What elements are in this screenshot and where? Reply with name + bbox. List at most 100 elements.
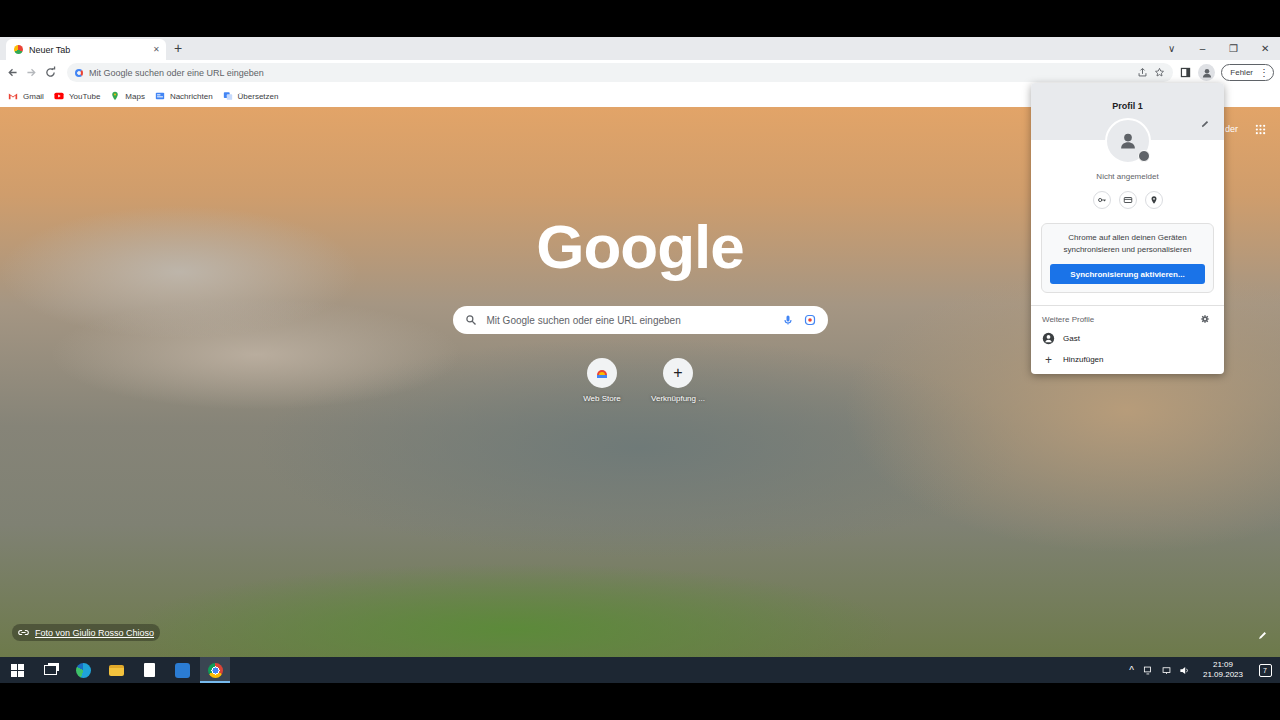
payment-button[interactable] [1119, 191, 1137, 209]
profile-button[interactable] [1198, 64, 1215, 81]
passwords-button[interactable] [1093, 191, 1111, 209]
shortcut-tile[interactable]: + Verknüpfung ... [645, 358, 711, 403]
maps-icon [110, 91, 120, 101]
guest-icon [1042, 332, 1055, 345]
window-control-button[interactable]: ✕ [1249, 43, 1280, 54]
photo-credit[interactable]: Foto von Giulio Rosso Chioso [12, 624, 160, 641]
taskbar-app[interactable] [134, 657, 164, 683]
profile-row[interactable]: Gast [1031, 328, 1224, 349]
notification-button[interactable]: 7 [1254, 659, 1276, 681]
customize-button[interactable] [1254, 627, 1270, 643]
tray-chevron[interactable]: ^ [1125, 665, 1138, 676]
shortcut-label: Verknüpfung ... [651, 394, 705, 403]
clock[interactable]: 21:0921.09.2023 [1195, 660, 1251, 680]
chrome-icon [208, 663, 223, 678]
taskbar-app[interactable] [200, 657, 230, 683]
shortcut-label: Web Store [583, 394, 621, 403]
taskbar-app[interactable] [68, 657, 98, 683]
chrome-favicon-icon [14, 45, 23, 54]
address-bar[interactable]: Mit Google suchen oder eine URL eingeben [67, 63, 1173, 82]
microphone-icon[interactable] [782, 314, 794, 326]
shortcuts: Web Store + Verknüpfung ... [569, 358, 711, 403]
taskbar-app[interactable] [167, 657, 197, 683]
person-icon [1201, 67, 1213, 79]
new-tab-button[interactable]: + [166, 40, 190, 58]
add-shortcut-glyph: + [673, 364, 682, 382]
bottom-letterbox [0, 683, 1280, 720]
clock-date: 21.09.2023 [1203, 670, 1243, 680]
shortcut-icon-circle: + [663, 358, 693, 388]
window-control-button[interactable]: ∨ [1156, 43, 1187, 54]
bookmark[interactable]: Nachrichten [155, 91, 213, 101]
addresses-button[interactable] [1145, 191, 1163, 209]
bookmark-label: Nachrichten [170, 92, 213, 101]
profile-row[interactable]: + Hinzufügen [1031, 349, 1224, 370]
forward-arrow-icon[interactable] [25, 66, 38, 79]
window-control-button[interactable]: – [1187, 43, 1218, 54]
google-logo: Google [536, 212, 744, 282]
bookmark[interactable]: Gmail [8, 91, 44, 101]
sync-button[interactable]: Synchronisierung aktivieren... [1050, 264, 1205, 284]
taskbar-app[interactable] [101, 657, 131, 683]
menu-button[interactable]: ⋮ [1259, 67, 1269, 78]
sync-badge-icon [1138, 150, 1150, 162]
gmail-icon [8, 91, 18, 101]
profile-shortcuts [1093, 191, 1163, 209]
speaker-icon[interactable] [1179, 665, 1190, 676]
bookmark-label: Maps [125, 92, 145, 101]
sync-card: Chrome auf allen deinen Geräten synchron… [1041, 223, 1214, 293]
star-icon[interactable] [1154, 67, 1165, 78]
web-store-icon [594, 365, 610, 381]
windows-icon [11, 664, 24, 677]
pencil-icon [1257, 630, 1268, 641]
shortcut-tile[interactable]: Web Store [569, 358, 635, 403]
gear-icon[interactable] [1200, 314, 1210, 324]
shortcut-icon-circle [587, 358, 617, 388]
monitor-icon[interactable] [1161, 665, 1172, 676]
search-icon [465, 314, 477, 326]
bookmark-label: YouTube [69, 92, 100, 101]
tab-strip: Neuer Tab✕+∨–❐✕ [0, 37, 1280, 60]
app-icon [175, 663, 190, 678]
bookmark[interactable]: Übersetzen [223, 91, 279, 101]
location-icon [1149, 195, 1159, 205]
back-arrow-icon[interactable] [6, 66, 19, 79]
tab-close-button[interactable]: ✕ [153, 45, 160, 54]
document-icon [144, 663, 155, 677]
bookmark-label: Übersetzen [238, 92, 279, 101]
edit-pencil-icon[interactable] [1200, 119, 1210, 129]
network-icon[interactable] [1143, 665, 1154, 676]
share-icon[interactable] [1137, 67, 1148, 78]
edge-icon [76, 663, 91, 678]
profile-menu: Profil 1Nicht angemeldetChrome auf allen… [1031, 83, 1224, 374]
other-profiles-heading: Weitere Profile [1042, 315, 1094, 324]
add-glyph: + [1042, 353, 1055, 367]
address-placeholder: Mit Google suchen oder eine URL eingeben [89, 68, 1131, 78]
card-icon [1123, 195, 1133, 205]
bookmark[interactable]: Maps [110, 91, 145, 101]
window-control-button[interactable]: ❐ [1218, 43, 1249, 54]
screen: Neuer Tab✕+∨–❐✕Mit Google suchen oder ei… [0, 0, 1280, 720]
taskbar-app[interactable] [35, 657, 65, 683]
other-profiles-header: Weitere Profile [1031, 306, 1224, 328]
photo-credit-label: Foto von Giulio Rosso Chioso [35, 628, 154, 638]
taskbar-app[interactable] [2, 657, 32, 683]
tab[interactable]: Neuer Tab✕ [6, 39, 166, 60]
search-placeholder: Mit Google suchen oder eine URL eingeben [487, 315, 772, 326]
search-box[interactable]: Mit Google suchen oder eine URL eingeben [453, 306, 828, 334]
error-chip[interactable]: Fehler⋮ [1221, 64, 1274, 81]
top-letterbox [0, 0, 1280, 37]
profile-avatar [1105, 118, 1151, 164]
bookmark[interactable]: YouTube [54, 91, 100, 101]
sign-in-status: Nicht angemeldet [1096, 172, 1158, 181]
side-panel-icon[interactable] [1179, 66, 1192, 79]
google-icon [75, 69, 83, 77]
person-icon [1117, 130, 1139, 152]
apps-grid-icon[interactable] [1255, 124, 1266, 135]
profile-row-label: Gast [1063, 334, 1080, 343]
images-link[interactable]: der [1225, 124, 1238, 134]
profile-row-label: Hinzufügen [1063, 355, 1103, 364]
lens-icon[interactable] [804, 314, 816, 326]
divider [1031, 305, 1224, 306]
reload-icon[interactable] [44, 66, 57, 79]
